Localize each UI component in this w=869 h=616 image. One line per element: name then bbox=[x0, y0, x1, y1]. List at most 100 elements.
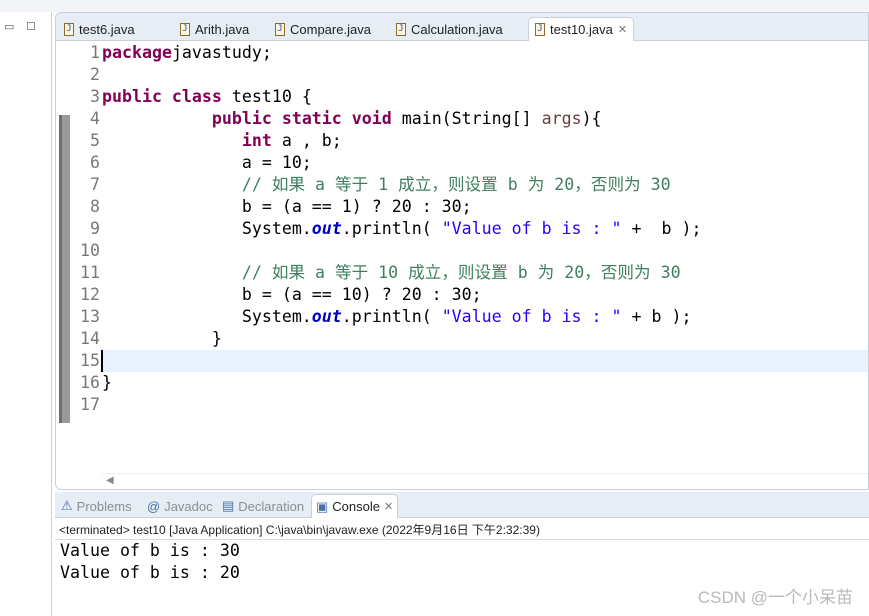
line-number: 9 bbox=[90, 219, 100, 238]
code-token: + b ); bbox=[621, 307, 692, 326]
console-icon: ▣ bbox=[316, 498, 329, 514]
code-token: test10 { bbox=[221, 87, 312, 106]
tab-label: Problems bbox=[76, 498, 132, 514]
tab-label: Arith.java bbox=[195, 21, 250, 37]
output-line: Value of b is : 30 bbox=[60, 541, 240, 560]
java-file-icon: J bbox=[275, 22, 285, 36]
tab-javadoc[interactable]: @ Javadoc bbox=[143, 494, 217, 518]
code-token: args bbox=[541, 109, 582, 128]
line-number: 11 bbox=[80, 263, 100, 282]
code-line: System.out.println( "Value of b is : " +… bbox=[102, 306, 868, 328]
tab-test10-java[interactable]: Jtest10.java ✕ bbox=[528, 17, 635, 41]
tab-declaration[interactable]: ▤ Declaration bbox=[218, 494, 308, 518]
code-token: // 如果 a 等于 1 成立，则设置 b 为 20，否则为 30 bbox=[241, 175, 671, 194]
close-icon[interactable]: ✕ bbox=[618, 23, 627, 36]
close-icon[interactable]: ✕ bbox=[384, 500, 393, 513]
console-header: <terminated> test10 [Java Application] C… bbox=[55, 518, 869, 540]
code-line: b = (a == 1) ? 20 : 30; bbox=[102, 196, 868, 218]
line-number: 8 bbox=[90, 197, 100, 216]
line-number: 13 bbox=[80, 307, 100, 326]
code-line: } bbox=[102, 372, 868, 394]
tab-label: Compare.java bbox=[290, 21, 371, 37]
code-token: out bbox=[311, 219, 342, 238]
java-file-icon: J bbox=[180, 22, 190, 36]
code-token: b = (a == 1) ? 20 : 30; bbox=[102, 197, 472, 216]
code-token: } bbox=[102, 329, 222, 348]
minimize-icon[interactable]: ▭ bbox=[4, 20, 14, 33]
tab-label: Calculation.java bbox=[411, 21, 503, 37]
code-token: main(String[] bbox=[391, 109, 542, 128]
line-numbers: 1 2 3 4 5 6 7 8 9 10 11 12 13 14 15 16 17 bbox=[70, 42, 100, 416]
code-line: System.out.println( "Value of b is : " +… bbox=[102, 218, 868, 240]
line-number: 5 bbox=[90, 131, 100, 150]
code-line: public static void main(String[] args){ bbox=[102, 108, 868, 130]
tab-label: Declaration bbox=[238, 498, 305, 514]
tab-test6-java[interactable]: Jtest6.java bbox=[58, 17, 141, 41]
tab-compare-java[interactable]: J Compare.java bbox=[269, 17, 377, 41]
code-token: + b ); bbox=[621, 219, 702, 238]
code-line: // 如果 a 等于 1 成立，则设置 b 为 20，否则为 30 bbox=[102, 174, 868, 196]
maximize-icon[interactable]: ☐ bbox=[26, 20, 36, 33]
code-token: a , b; bbox=[271, 131, 342, 150]
code-token: out bbox=[311, 307, 342, 326]
java-file-icon: J bbox=[396, 22, 406, 36]
code-line: a = 10; bbox=[102, 152, 868, 174]
tab-label: Console bbox=[332, 499, 380, 514]
javadoc-icon: @ bbox=[147, 498, 161, 514]
code-line: packagejavastudy; bbox=[102, 42, 868, 64]
left-panel: ▭ ☐ bbox=[0, 12, 52, 616]
declaration-icon: ▤ bbox=[222, 498, 235, 513]
code-token: .println( bbox=[341, 307, 442, 326]
code-token: public class bbox=[102, 87, 222, 106]
code-line: public class test10 { bbox=[102, 86, 868, 108]
code-line bbox=[101, 350, 868, 372]
line-number: 2 bbox=[90, 65, 100, 84]
console-output: Value of b is : 30 Value of b is : 20 bbox=[55, 540, 869, 584]
tab-label: test10.java bbox=[550, 22, 613, 37]
java-file-icon: J bbox=[535, 23, 545, 36]
line-number: 14 bbox=[80, 329, 100, 348]
watermark: CSDN @一个小呆苗 bbox=[697, 588, 853, 607]
tab-problems[interactable]: ⚠ Problems bbox=[57, 494, 136, 518]
editor: Jtest6.java J Arith.java J Compare.java J Calc… bbox=[55, 12, 869, 490]
tab-label: test6.java bbox=[79, 21, 135, 37]
editor-tabs: Jtest6.java J Arith.java J Compare.java J Calc… bbox=[56, 13, 868, 41]
code-token: ){ bbox=[581, 109, 602, 128]
tab-calculation-java[interactable]: J Calculation.java bbox=[390, 17, 509, 41]
line-number: 3 bbox=[90, 87, 100, 106]
code-line: int a , b; bbox=[102, 130, 868, 152]
tab-arith-java[interactable]: J Arith.java bbox=[174, 17, 255, 41]
code-token: System. bbox=[102, 307, 312, 326]
line-number: 12 bbox=[80, 285, 100, 304]
output-line: Value of b is : 20 bbox=[60, 563, 240, 582]
toolbar bbox=[0, 0, 869, 12]
code-line: b = (a == 10) ? 20 : 30; bbox=[102, 284, 868, 306]
code-token: public static void bbox=[211, 109, 392, 128]
code-token: System. bbox=[102, 219, 312, 238]
tab-label: Javadoc bbox=[164, 498, 213, 514]
line-number: 1 bbox=[90, 43, 100, 62]
code-token: javastudy; bbox=[171, 43, 272, 62]
code-token: .println( bbox=[341, 219, 442, 238]
code-token: int bbox=[241, 131, 272, 150]
code-token: "Value of b is : " bbox=[441, 307, 622, 326]
line-number: 10 bbox=[80, 241, 100, 260]
line-number: 6 bbox=[90, 153, 100, 172]
tab-console[interactable]: ▣ Console ✕ bbox=[311, 494, 399, 518]
line-number: 16 bbox=[80, 373, 100, 392]
code-token: package bbox=[102, 43, 172, 62]
horizontal-scrollbar[interactable]: ◀ bbox=[102, 473, 868, 489]
console-tabs: ⚠ Problems @ Javadoc ▤ Declaration ▣ Console ✕ bbox=[55, 492, 869, 518]
scroll-left-icon[interactable]: ◀ bbox=[106, 475, 114, 486]
code-token: a = 10; bbox=[102, 153, 312, 172]
code-token: } bbox=[102, 373, 112, 392]
code-line: // 如果 a 等于 10 成立，则设置 b 为 20，否则为 30 bbox=[102, 262, 868, 284]
code-area[interactable]: packagejavastudy; public class test10 { p… bbox=[101, 42, 868, 416]
code-token: "Value of b is : " bbox=[441, 219, 622, 238]
